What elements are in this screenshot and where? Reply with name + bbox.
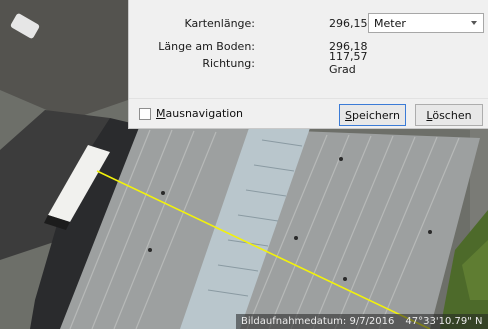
unit-dropdown-value: Meter	[374, 16, 406, 30]
delete-button-label: Löschen	[426, 108, 472, 122]
heading-value: 117,57 Grad	[329, 50, 368, 76]
heading-label: Richtung:	[202, 56, 255, 70]
imagery-date: Bildaufnahmedatum: 9/7/2016	[241, 316, 395, 327]
delete-button[interactable]: Löschen	[415, 104, 483, 126]
ruler-dialog: Kartenlänge: 296,15 Meter Länge am Boden…	[128, 0, 488, 129]
save-button[interactable]: Speichern	[339, 104, 406, 126]
ground-length-label: Länge am Boden:	[158, 39, 255, 53]
save-button-label: Speichern	[345, 108, 400, 122]
mouse-navigation-toggle[interactable]: Mausnavigation	[139, 107, 243, 120]
map-length-label: Kartenlänge:	[184, 16, 255, 30]
divider	[129, 98, 488, 99]
cursor-coordinate: 47°33'10.79" N	[405, 316, 483, 327]
chevron-down-icon	[471, 21, 477, 25]
map-length-value: 296,15	[329, 16, 368, 30]
unit-dropdown[interactable]: Meter	[368, 13, 484, 33]
mouse-navigation-checkbox[interactable]	[139, 107, 151, 120]
status-bar: Bildaufnahmedatum: 9/7/2016 47°33'10.79"…	[236, 314, 488, 329]
mouse-navigation-label: Mausnavigation	[156, 107, 244, 120]
